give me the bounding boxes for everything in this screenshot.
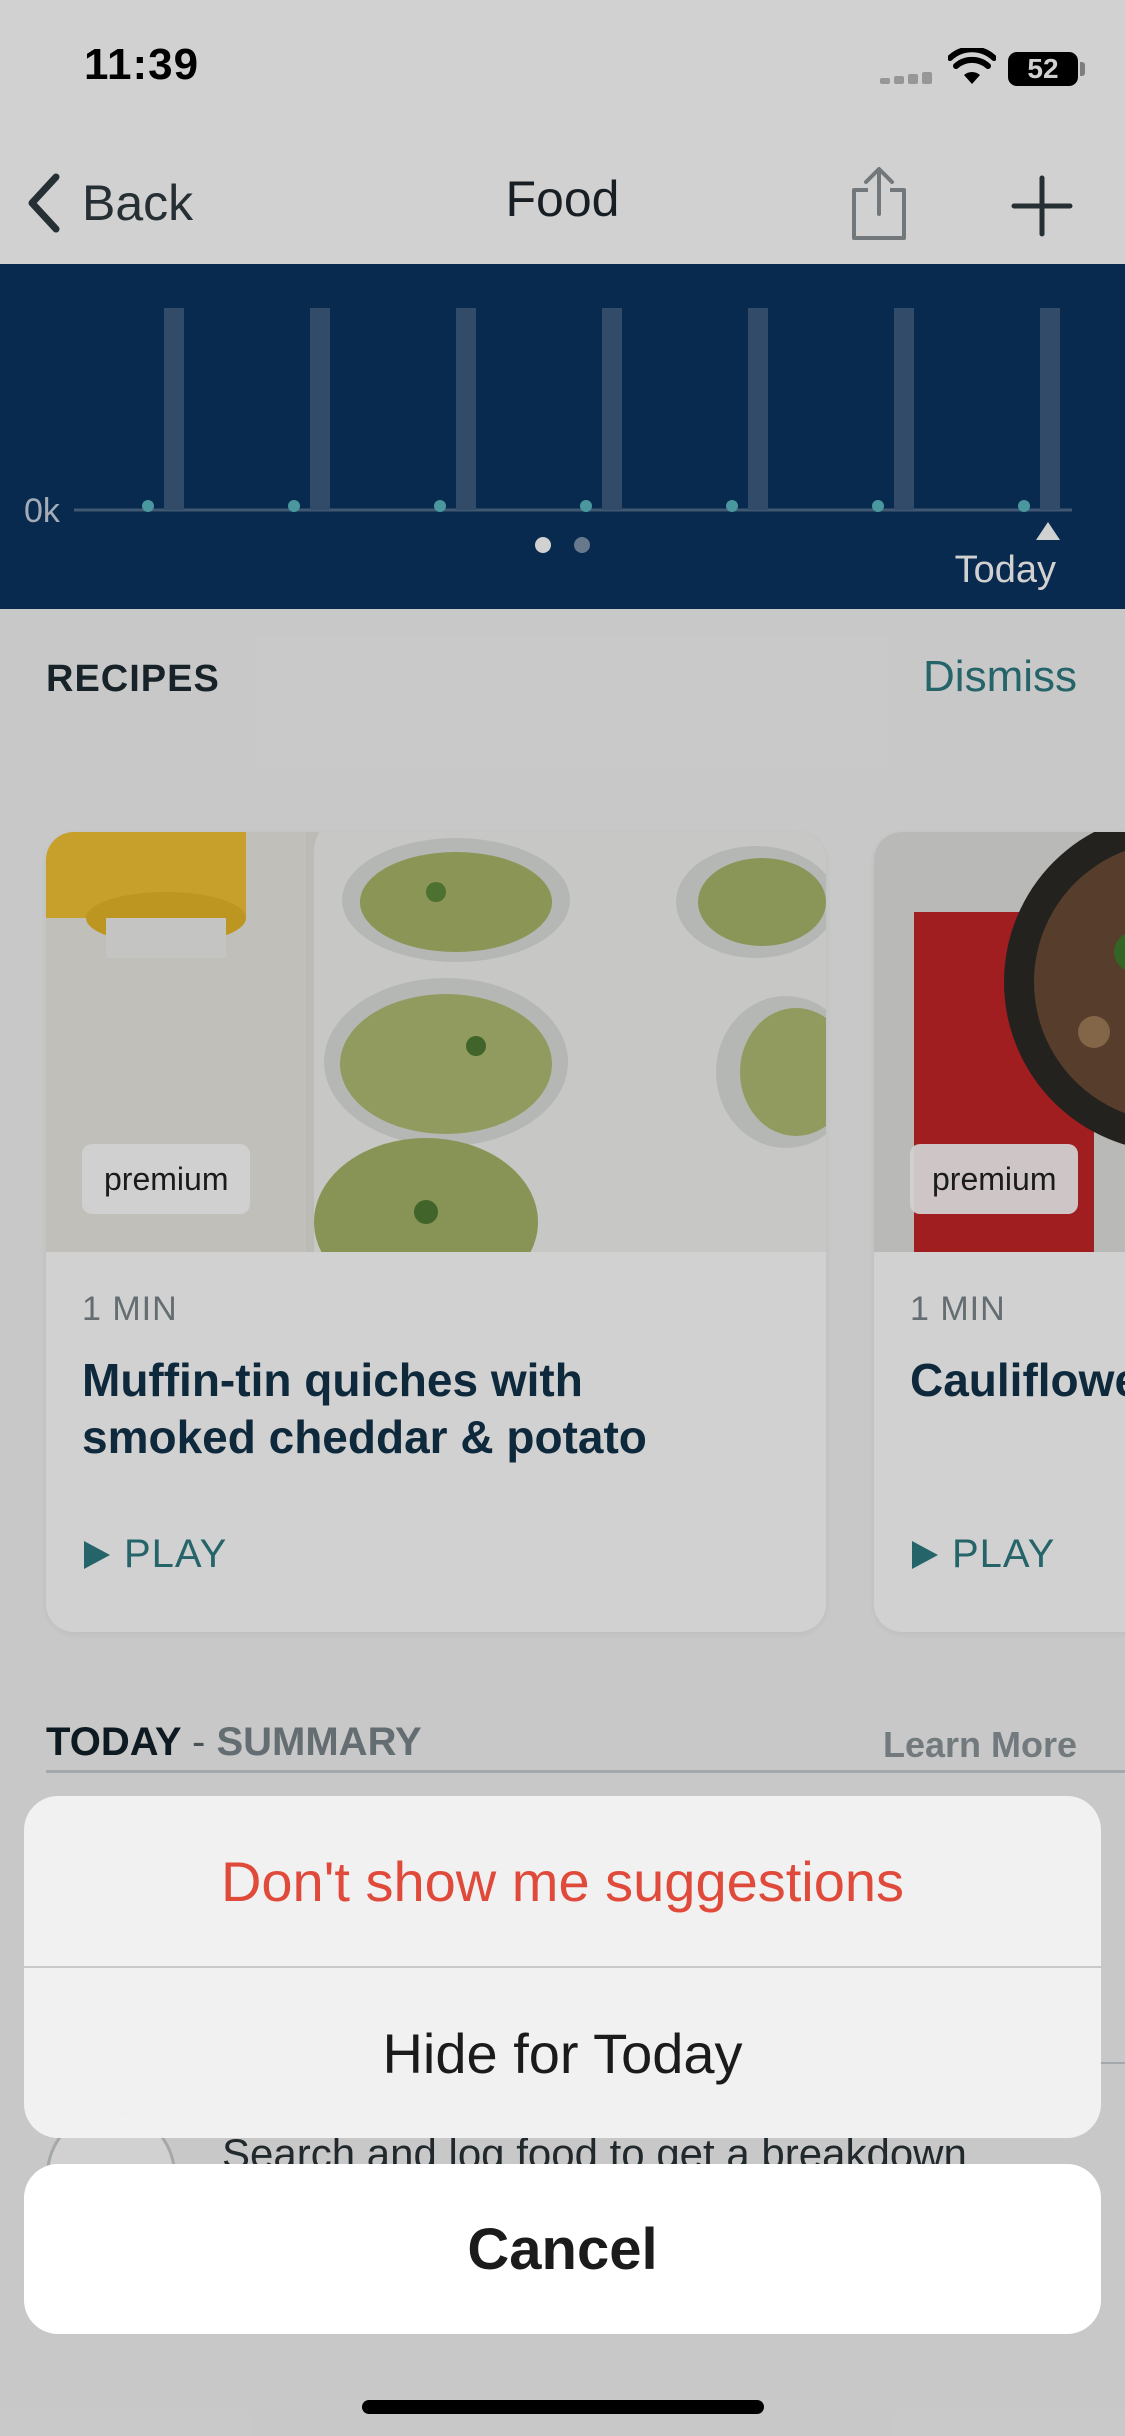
hide-for-today-button[interactable]: Hide for Today: [24, 1968, 1101, 2138]
dont-show-suggestions-button[interactable]: Don't show me suggestions: [24, 1796, 1101, 1966]
food-screen: 11:39 52 Back Food 0k Today RECIPES Dism…: [0, 0, 1125, 2436]
home-indicator[interactable]: [362, 2400, 764, 2414]
cancel-button[interactable]: Cancel: [24, 2164, 1101, 2334]
action-sheet: Don't show me suggestions Hide for Today: [24, 1796, 1101, 2138]
